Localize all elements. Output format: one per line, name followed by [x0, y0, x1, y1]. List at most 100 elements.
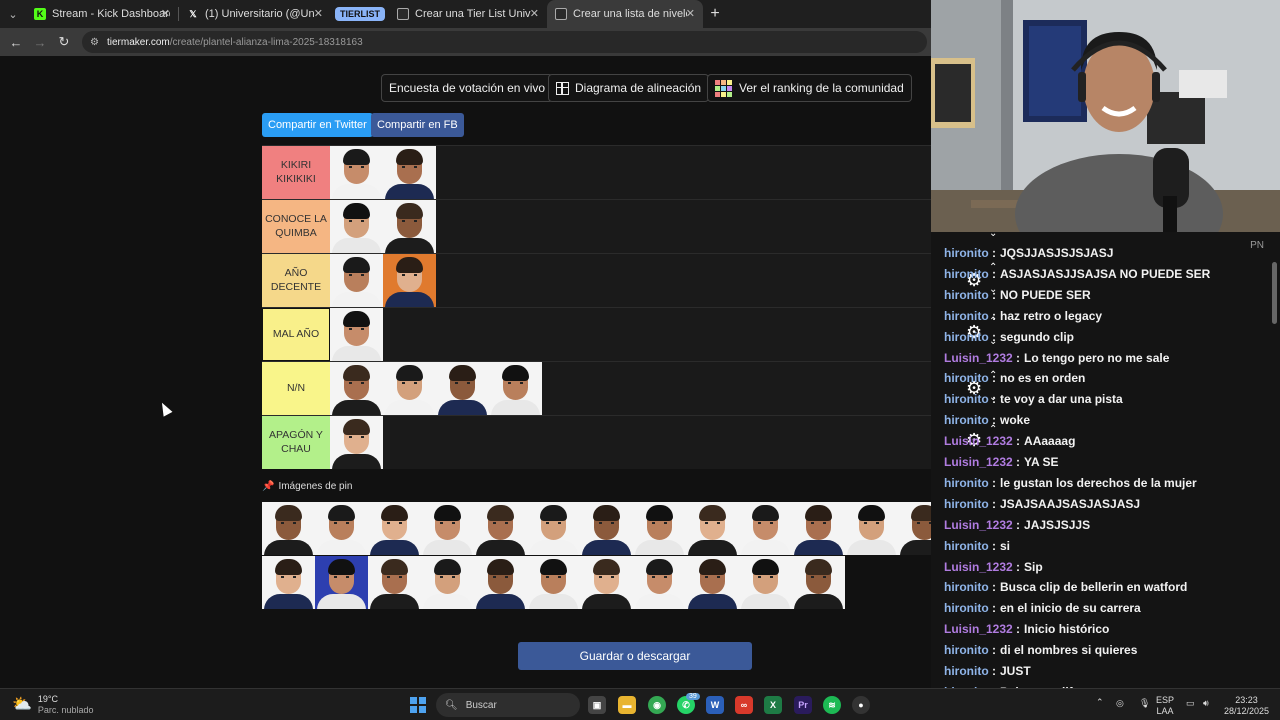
player-image[interactable] [330, 254, 383, 307]
pool-player-image[interactable] [368, 502, 421, 555]
chat-username[interactable]: hironito [944, 330, 996, 344]
tab-kick-dashboard[interactable]: K Stream - Kick Dashboard ✕ [26, 0, 178, 28]
pool-player-image[interactable] [315, 555, 368, 609]
pool-player-image[interactable] [633, 502, 686, 555]
reload-icon[interactable]: ↻ [52, 34, 76, 50]
close-icon[interactable]: ✕ [161, 7, 170, 20]
tier-label[interactable]: MAL AÑO [262, 308, 330, 361]
player-image[interactable] [330, 146, 383, 199]
pool-player-image[interactable] [421, 502, 474, 555]
pool-player-image[interactable] [633, 555, 686, 609]
excel-icon[interactable]: X [764, 696, 782, 714]
chat-username[interactable]: Luisin_1232 [944, 622, 1020, 636]
pool-player-image[interactable] [474, 555, 527, 609]
chat-username[interactable]: hironito [944, 476, 996, 490]
task-view-icon[interactable]: ▣ [588, 696, 606, 714]
player-image[interactable] [330, 362, 383, 415]
chat-scrollbar[interactable] [1272, 262, 1277, 324]
pool-player-image[interactable] [686, 555, 739, 609]
tier-label[interactable]: AÑO DECENTE [262, 254, 330, 307]
live-poll-button[interactable]: Encuesta de votación en vivo [381, 74, 554, 102]
player-image[interactable] [489, 362, 542, 415]
speaker-icon[interactable]: 🔊︎ [1203, 698, 1209, 709]
share-twitter-button[interactable]: Compartir en Twitter [262, 113, 373, 137]
chat-username[interactable]: hironito [944, 601, 996, 615]
pool-player-image[interactable] [262, 502, 315, 555]
windows-start-icon[interactable] [410, 697, 426, 713]
player-image[interactable] [330, 416, 383, 469]
tab-tierlist-alianza[interactable]: Crear una lista de niveles de Al ✕ [547, 0, 703, 28]
tab-tierlist-universitario[interactable]: Crear una Tier List Universitario ✕ [389, 0, 547, 28]
back-arrow-icon[interactable]: ← [4, 35, 28, 50]
player-image[interactable] [436, 362, 489, 415]
pool-player-image[interactable] [368, 555, 421, 609]
obs-icon[interactable]: ● [852, 696, 870, 714]
share-facebook-button[interactable]: Compartir en FB [371, 113, 464, 137]
chat-username[interactable]: Luisin_1232 [944, 455, 1020, 469]
player-image[interactable] [383, 146, 436, 199]
microphone-icon[interactable]: 🎙︎ [1139, 698, 1150, 709]
chat-username[interactable]: hironito [944, 288, 996, 302]
chat-username[interactable]: hironito [944, 664, 996, 678]
player-image[interactable] [383, 200, 436, 253]
pool-player-image[interactable] [686, 502, 739, 555]
chat-username[interactable]: hironito [944, 497, 996, 511]
taskbar-search[interactable]: 🔍︎ Buscar [436, 693, 580, 717]
url-bar[interactable]: ⚙ tiermaker.com/create/plantel-alianza-l… [82, 31, 927, 53]
pool-player-image[interactable] [792, 502, 845, 555]
chat-username[interactable]: hironito [944, 643, 996, 657]
forward-arrow-icon[interactable]: → [28, 35, 52, 50]
pool-player-image[interactable] [527, 555, 580, 609]
tab-group-label[interactable]: TIERLIST [335, 7, 385, 21]
chat-username[interactable]: hironito [944, 413, 996, 427]
tier-label[interactable]: N/N [262, 362, 330, 415]
player-image[interactable] [330, 308, 383, 361]
pool-player-image[interactable] [792, 555, 845, 609]
chevron-down-icon[interactable]: ⌄ [989, 232, 997, 239]
word-icon[interactable]: W [706, 696, 724, 714]
close-icon[interactable]: ✕ [314, 7, 323, 20]
chat-username[interactable]: hironito [944, 371, 996, 385]
player-image[interactable] [383, 254, 436, 307]
clock[interactable]: 23:23 28/12/2025 [1224, 695, 1269, 718]
pool-player-image[interactable] [474, 502, 527, 555]
close-icon[interactable]: ✕ [686, 7, 695, 20]
tier-label[interactable]: KIKIRI KIKIKIKI [262, 146, 330, 199]
community-ranking-button[interactable]: Ver el ranking de la comunidad [707, 74, 912, 102]
chat-username[interactable]: Luisin_1232 [944, 560, 1020, 574]
new-tab-plus-icon[interactable]: + [703, 5, 727, 23]
pool-player-image[interactable] [527, 502, 580, 555]
chat-username[interactable]: hironito [944, 267, 996, 281]
pool-player-image[interactable] [739, 502, 792, 555]
lineup-diagram-button[interactable]: Diagrama de alineación [548, 74, 710, 102]
spotify-icon[interactable]: ≋ [823, 696, 841, 714]
chrome-icon[interactable]: ◉ [648, 696, 666, 714]
chat-username[interactable]: Luisin_1232 [944, 434, 1020, 448]
chat-username[interactable]: hironito [944, 539, 996, 553]
file-explorer-icon[interactable]: ▬ [618, 696, 636, 714]
chat-username[interactable]: Luisin_1232 [944, 351, 1020, 365]
site-info-icon[interactable]: ⚙ [90, 37, 99, 48]
player-image[interactable] [383, 362, 436, 415]
copilot-icon[interactable]: ◎ [1116, 698, 1124, 709]
tray-chevron-up-icon[interactable]: ⌃ [1096, 697, 1104, 708]
player-image[interactable] [330, 200, 383, 253]
pool-player-image[interactable] [845, 502, 898, 555]
display-icon[interactable]: ▭ [1186, 698, 1195, 709]
tier-label[interactable]: APAGÓN Y CHAU [262, 416, 330, 469]
pool-player-image[interactable] [580, 502, 633, 555]
chat-username[interactable]: hironito [944, 246, 996, 260]
chat-username[interactable]: hironito [944, 309, 996, 323]
tab-search-chevron-icon[interactable]: ⌄ [0, 0, 26, 28]
language-indicator[interactable]: ESP LAA [1156, 695, 1174, 718]
pool-player-image[interactable] [739, 555, 792, 609]
premiere-icon[interactable]: Pr [794, 696, 812, 714]
close-icon[interactable]: ✕ [530, 7, 539, 20]
chat-username[interactable]: Luisin_1232 [944, 518, 1020, 532]
pool-player-image[interactable] [580, 555, 633, 609]
weather-widget[interactable]: ⛅ 19°C Parc. nublado [12, 694, 93, 716]
pool-player-image[interactable] [315, 502, 368, 555]
tier-label[interactable]: CONOCE LA QUIMBA [262, 200, 330, 253]
save-download-button[interactable]: Guardar o descargar [518, 642, 752, 670]
chat-username[interactable]: hironito [944, 580, 996, 594]
